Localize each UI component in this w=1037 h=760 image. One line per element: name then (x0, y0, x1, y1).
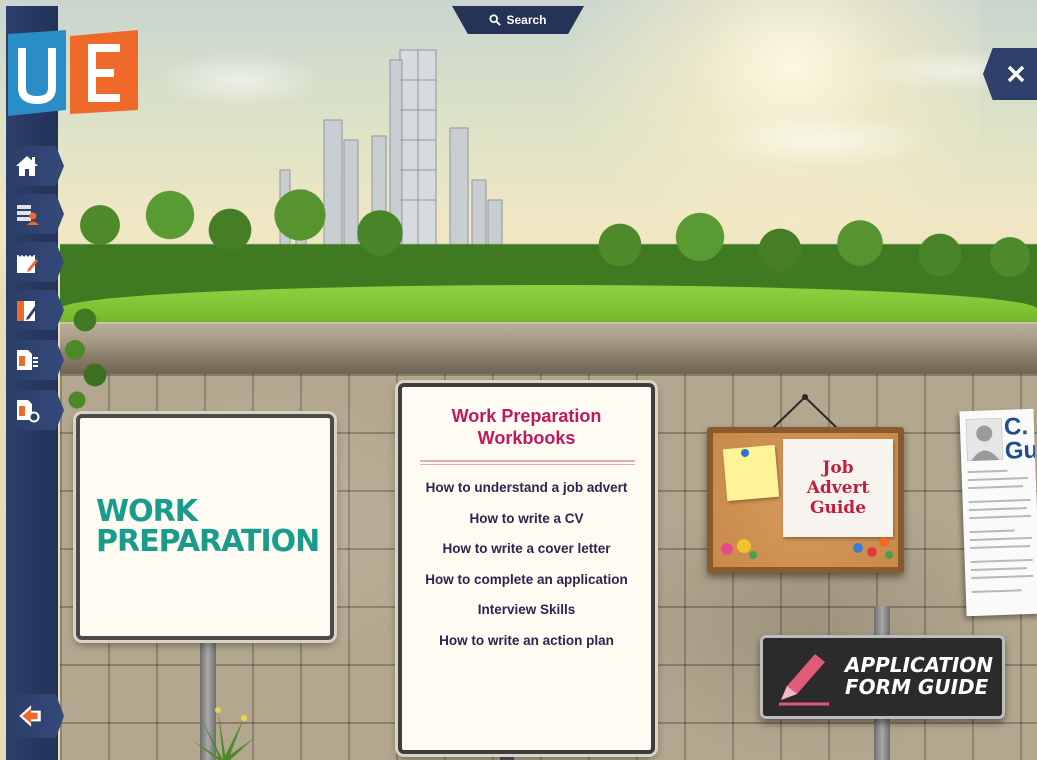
work-preparation-line1: WORK (96, 494, 198, 529)
sidebar-item-settings-document[interactable] (6, 390, 64, 430)
sidebar-item-documents[interactable] (6, 340, 64, 380)
avatar-icon (965, 417, 1004, 462)
cv-text-line (971, 589, 1022, 594)
workbooks-board: Work Preparation Workbooks How to unders… (398, 383, 655, 754)
workbooks-title-line2: Workbooks (477, 428, 576, 448)
link-write-action-plan[interactable]: How to write an action plan (402, 630, 651, 661)
application-form-guide-line1: APPLICATION (845, 653, 994, 677)
cv-text-line (969, 536, 1032, 542)
badge-icon (867, 547, 877, 557)
link-write-cover-letter[interactable]: How to write a cover letter (402, 538, 651, 569)
clouds (60, 10, 1037, 210)
application-form-guide-sign[interactable]: APPLICATION FORM GUIDE (760, 635, 1005, 719)
application-form-guide-line2: FORM GUIDE (845, 675, 989, 699)
cv-text-line (970, 567, 1027, 572)
badge-icon (749, 551, 757, 559)
wall-cap (60, 322, 1037, 374)
cv-text-line (968, 498, 1031, 504)
home-icon (16, 156, 38, 176)
documents-icon (17, 350, 38, 370)
badge-icon (737, 539, 751, 553)
cv-text-line (968, 507, 1027, 512)
sidebar (6, 6, 58, 760)
search-button[interactable]: Search (452, 6, 584, 34)
workbooks-title: Work Preparation Workbooks (402, 405, 651, 449)
workbooks-divider (420, 460, 635, 465)
badge-icon (879, 537, 889, 547)
search-icon (489, 14, 502, 26)
search-label: Search (506, 13, 547, 27)
back-button[interactable] (6, 694, 64, 738)
back-arrow-icon (19, 705, 41, 727)
sticky-note (722, 444, 780, 502)
link-understand-job-advert[interactable]: How to understand a job advert (402, 477, 651, 508)
pencil-icon (779, 654, 829, 706)
picture-wire (771, 394, 839, 430)
cv-text-line (970, 544, 1031, 550)
profile-icon (17, 205, 39, 225)
plant (192, 707, 254, 760)
application-form-guide-text: APPLICATION FORM GUIDE (845, 654, 993, 698)
app-background: Search WORK PREPARATION Work Preparation… (0, 0, 1037, 760)
settings-document-icon (17, 400, 40, 423)
notebook-icon (17, 253, 38, 273)
work-preparation-board[interactable]: WORK PREPARATION (76, 414, 334, 640)
badge-icon (853, 543, 863, 553)
cv-text-line (971, 574, 1034, 580)
job-advert-guide-line3: Guide (809, 498, 867, 518)
ue-logo[interactable] (8, 30, 138, 116)
job-advert-guide-line2: Advert (806, 478, 870, 498)
workbooks-link-list: How to understand a job advert How to wr… (402, 477, 651, 660)
cv-text-line (969, 514, 1032, 520)
cv-text-line (969, 529, 1015, 534)
sidebar-item-edit[interactable] (6, 290, 64, 330)
cv-guide-title: C. Gu (1003, 412, 1037, 465)
sidebar-item-profile[interactable] (6, 194, 64, 234)
job-advert-guide-paper: Job Advert Guide (783, 439, 893, 537)
close-button[interactable] (983, 48, 1037, 100)
link-complete-application[interactable]: How to complete an application (402, 569, 651, 600)
cv-text-line (970, 558, 1033, 564)
pin-icon (741, 449, 749, 457)
edit-icon (17, 301, 37, 321)
work-preparation-line2: PREPARATION (96, 524, 320, 559)
sidebar-item-notebook[interactable] (6, 242, 64, 282)
close-icon (1007, 65, 1025, 83)
cv-text-line (967, 469, 1008, 474)
badge-icon (885, 551, 893, 559)
cv-guide-paper[interactable]: C. Gu (959, 408, 1037, 617)
cv-text-line (967, 477, 1028, 482)
job-advert-guide-line1: Job (822, 458, 854, 478)
badge-icon (721, 543, 733, 555)
corkboard: Job Advert Guide (713, 433, 898, 567)
job-advert-guide-board[interactable]: Job Advert Guide (707, 427, 904, 573)
workbooks-title-line1: Work Preparation (451, 406, 602, 426)
link-interview-skills[interactable]: Interview Skills (402, 599, 651, 630)
link-write-cv[interactable]: How to write a CV (402, 508, 651, 539)
sidebar-item-home[interactable] (6, 146, 64, 186)
cv-text-line (968, 485, 1024, 490)
